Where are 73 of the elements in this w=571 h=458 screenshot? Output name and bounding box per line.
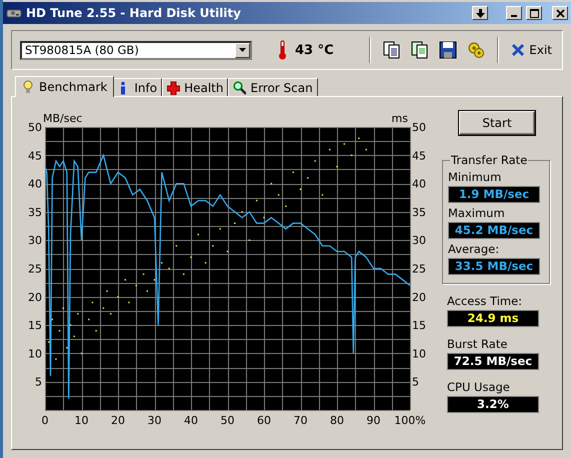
start-button[interactable]: Start [459, 111, 535, 135]
download-icon [476, 8, 484, 18]
axis-tick-label: 45 [412, 149, 426, 162]
close-button[interactable] [552, 6, 568, 20]
drive-dropdown[interactable]: ST980815A (80 GB) [20, 40, 252, 60]
stat-label: Average: [448, 242, 500, 256]
stat-value: 45.2 MB/sec [448, 222, 540, 239]
light-bulb-icon [22, 80, 35, 94]
axis-tick-label: 25 [28, 262, 42, 276]
axis-tick-label: 20 [111, 414, 125, 426]
axis-tick-label: 50 [28, 121, 42, 134]
stat-label: Burst Rate [447, 337, 508, 351]
stat-value: 33.5 MB/sec [448, 258, 540, 275]
axis-tick-label: 35 [28, 206, 42, 219]
axis-tick-label: 40 [412, 178, 426, 191]
axis-tick-label: 45 [28, 149, 42, 162]
axis-tick-label: 60 [257, 414, 271, 426]
download-button[interactable] [472, 6, 488, 20]
stat-label: Minimum [448, 170, 502, 184]
axis-tick-label: 80 [330, 414, 344, 426]
stat-value: 24.9 ms [447, 310, 539, 327]
axis-tick-label: 40 [184, 414, 198, 426]
axis-tick-label: 25 [412, 262, 426, 276]
temperature-reading: 43 °C [295, 42, 334, 58]
floppy-disk-button[interactable] [437, 39, 460, 61]
copy-all-documents-icon [411, 41, 430, 59]
axis-tick-label: 70 [294, 414, 308, 426]
axis-tick-label: 10 [28, 347, 42, 360]
axis-tick-label: 50 [220, 414, 234, 426]
stat-label: CPU Usage [447, 380, 511, 394]
magnifier-icon [233, 80, 246, 94]
axis-tick-label: 10 [412, 347, 426, 360]
maximize-icon [530, 8, 538, 18]
stat-value: 3.2% [447, 396, 539, 413]
minimize-button[interactable] [506, 6, 522, 20]
axis-tick-label: 100% [394, 414, 426, 426]
copy-document-icon [383, 41, 402, 59]
axis-tick-label: 40 [28, 178, 42, 191]
axis-tick-label: 50 [412, 121, 426, 134]
stat-label: Access Time: [447, 294, 524, 308]
caret-icon [239, 48, 246, 52]
axis-tick-label: 20 [412, 290, 426, 304]
close-icon [556, 8, 564, 18]
axis-tick-label: 15 [28, 319, 42, 332]
axis-tick-label: 30 [412, 234, 426, 248]
axis-tick-label: 30 [28, 234, 42, 248]
stat-value: 72.5 MB/sec [447, 353, 539, 370]
exit-button[interactable]: Exit [509, 41, 554, 59]
tab[interactable]: Info [112, 78, 162, 96]
axis-tick-label: 10 [74, 414, 88, 426]
axis-label: MB/sec [43, 112, 82, 125]
axis-tick-label: 5 [35, 376, 42, 389]
minimize-icon [511, 15, 517, 17]
axis-tick-label: 20 [28, 290, 42, 304]
axis-tick-label: 35 [412, 206, 426, 219]
gears-icon [467, 41, 486, 59]
window-title: HD Tune 2.55 - Hard Disk Utility [26, 6, 241, 20]
tab[interactable]: Error Scan [228, 78, 318, 96]
axis-tick-label: 0 [42, 414, 48, 426]
axis-tick-label: 30 [148, 414, 162, 426]
tab[interactable]: Benchmark [15, 76, 114, 97]
tab[interactable]: Health [162, 78, 228, 96]
medical-cross-icon [167, 80, 180, 94]
group-title: Transfer Rate [450, 153, 528, 167]
maximize-button[interactable] [526, 6, 542, 20]
axis-label: ms [392, 112, 408, 125]
stat-label: Maximum [448, 206, 506, 220]
axis-tick-label: 5 [412, 376, 419, 389]
x-icon [511, 43, 526, 57]
stat-value: 1.9 MB/sec [448, 186, 540, 203]
thermometer-icon [278, 40, 287, 60]
axis-tick-label: 15 [412, 319, 426, 332]
axis-tick-label: 90 [366, 414, 380, 426]
